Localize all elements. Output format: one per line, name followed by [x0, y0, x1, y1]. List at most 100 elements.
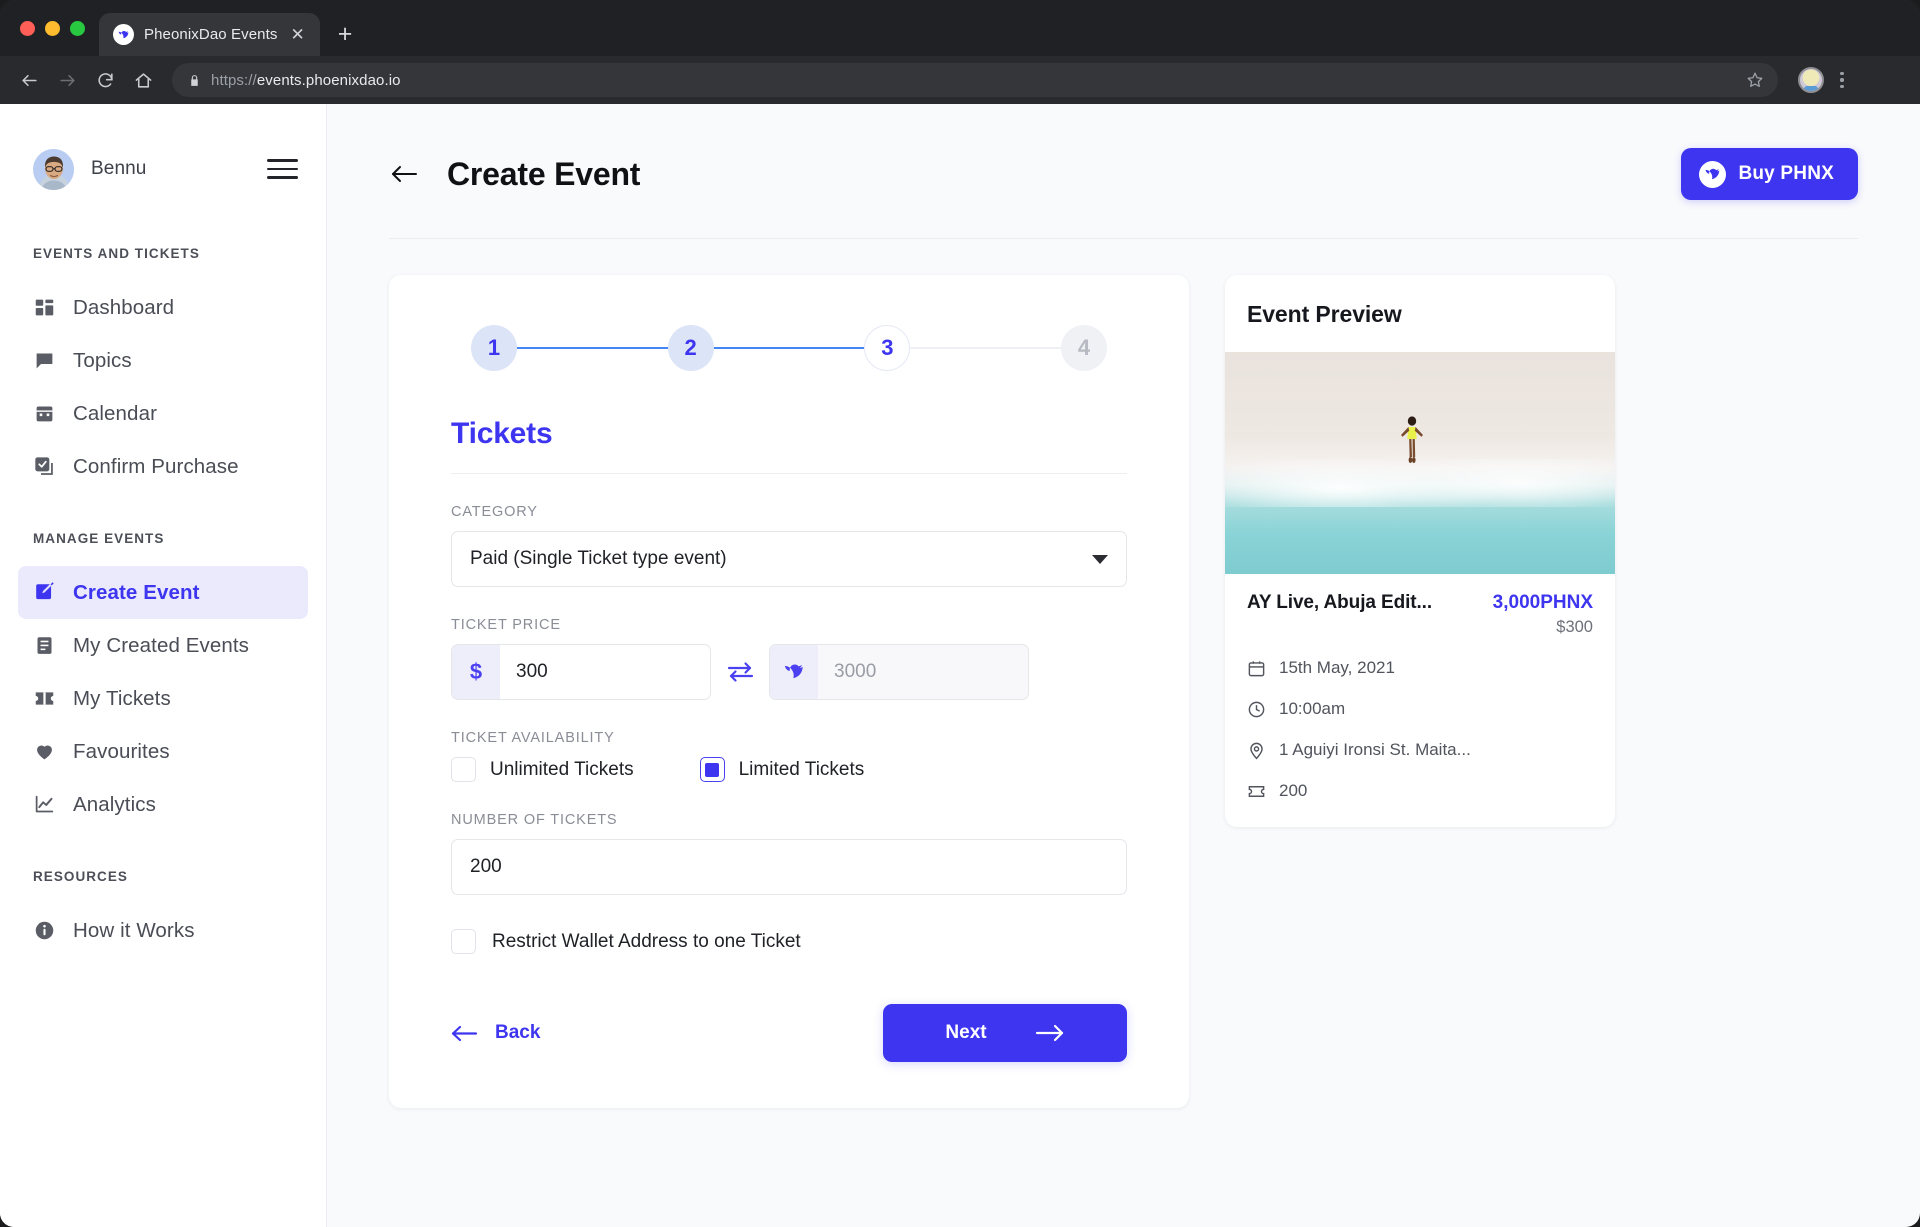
event-preview-prices: 3,000PHNX $300 — [1493, 592, 1593, 637]
restrict-wallet-checkbox[interactable] — [451, 929, 476, 954]
sidebar-item-label: My Tickets — [73, 686, 171, 710]
sidebar-item-create-event[interactable]: Create Event — [18, 566, 308, 619]
currency-swap-icon[interactable] — [711, 660, 769, 684]
restrict-wallet-label: Restrict Wallet Address to one Ticket — [492, 930, 801, 952]
price-usd-input[interactable]: $ 300 — [451, 644, 711, 700]
sidebar-username: Bennu — [91, 158, 147, 179]
browser-profile-avatar[interactable] — [1798, 67, 1824, 93]
topics-icon — [33, 350, 55, 372]
buy-phnx-button[interactable]: Buy PHNX — [1681, 148, 1858, 200]
event-preview-location-row: 1 Aguiyi Ironsi St. Maita... — [1247, 740, 1593, 760]
sidebar-group-manage-events: MANAGE EVENTS Create Event My Created Ev… — [0, 531, 326, 831]
event-preview-time: 10:00am — [1279, 699, 1346, 718]
close-window-button[interactable] — [20, 20, 35, 36]
next-button[interactable]: Next — [883, 1004, 1127, 1062]
ticket-availability-options: Unlimited Tickets Limited Tickets — [451, 757, 1127, 782]
phnx-token-icon — [1699, 160, 1727, 188]
event-preview-capacity-row: 200 — [1247, 781, 1593, 801]
section-divider — [451, 473, 1127, 474]
sidebar-item-analytics[interactable]: Analytics — [0, 778, 326, 831]
maximize-window-button[interactable] — [70, 20, 85, 36]
sidebar-item-how-it-works[interactable]: How it Works — [0, 904, 326, 957]
location-pin-icon — [1247, 741, 1266, 760]
address-bar[interactable]: https://events.phoenixdao.io — [172, 63, 1778, 97]
sidebar: Bennu EVENTS AND TICKETS Dashboard Topic… — [0, 104, 327, 1227]
dollar-icon: $ — [452, 645, 500, 699]
sidebar-item-label: Confirm Purchase — [73, 454, 239, 478]
address-bar-url: https://events.phoenixdao.io — [211, 71, 401, 89]
arrow-right-icon — [1035, 1024, 1063, 1042]
step-3[interactable]: 3 — [864, 325, 911, 371]
home-icon[interactable] — [126, 63, 160, 97]
bookmark-star-icon[interactable] — [1746, 71, 1764, 89]
sidebar-item-label: Calendar — [73, 401, 157, 425]
reload-icon[interactable] — [88, 63, 122, 97]
page-viewport: Bennu EVENTS AND TICKETS Dashboard Topic… — [0, 104, 1920, 1227]
number-of-tickets-value: 200 — [470, 856, 502, 877]
ticket-icon — [1247, 782, 1266, 801]
create-event-form-card: 1 2 3 4 Tickets CATEGORY Paid (Single Ti… — [389, 275, 1189, 1108]
back-navigation-icon[interactable] — [12, 63, 46, 97]
page-title: Create Event — [447, 155, 641, 192]
main-content: Create Event Buy PHNX 1 2 3 4 Tickets CA… — [327, 104, 1920, 1227]
tab-close-icon[interactable]: ✕ — [287, 26, 307, 43]
sidebar-item-label: Dashboard — [73, 295, 175, 319]
event-preview-heading: Event Preview — [1247, 301, 1402, 327]
window-traffic-lights — [20, 0, 99, 56]
sidebar-item-my-tickets[interactable]: My Tickets — [0, 672, 326, 725]
sidebar-item-label: How it Works — [73, 918, 195, 942]
sidebar-item-confirm-purchase[interactable]: Confirm Purchase — [0, 440, 326, 493]
minimize-window-button[interactable] — [45, 20, 60, 36]
browser-tab[interactable]: PheonixDao Events ✕ — [99, 13, 320, 56]
dashboard-icon — [33, 297, 55, 319]
back-button[interactable]: Back — [451, 1022, 540, 1044]
page-back-arrow-icon[interactable] — [389, 159, 419, 189]
step-4[interactable]: 4 — [1061, 325, 1108, 371]
sidebar-item-calendar[interactable]: Calendar — [0, 387, 326, 440]
unlimited-tickets-checkbox[interactable] — [451, 757, 476, 782]
restrict-wallet-option[interactable]: Restrict Wallet Address to one Ticket — [451, 929, 1127, 954]
chevron-down-icon — [1092, 554, 1108, 564]
new-tab-button[interactable]: + — [338, 22, 353, 47]
step-1[interactable]: 1 — [471, 325, 517, 371]
avatar — [33, 148, 74, 190]
sidebar-group-label: EVENTS AND TICKETS — [33, 246, 200, 261]
sidebar-item-label: Create Event — [73, 580, 200, 604]
event-preview-date-row: 15th May, 2021 — [1247, 658, 1593, 678]
create-event-icon — [33, 582, 55, 604]
browser-menu-icon[interactable] — [1840, 71, 1844, 89]
price-phnx-value: 3000 — [834, 661, 877, 682]
sidebar-item-my-created-events[interactable]: My Created Events — [0, 619, 326, 672]
desktop-background: PheonixDao Events ✕ + https://events.pho… — [0, 0, 1920, 1227]
favourites-icon — [33, 741, 55, 763]
sidebar-user-row[interactable]: Bennu — [0, 142, 326, 196]
sidebar-group-events-and-tickets: EVENTS AND TICKETS Dashboard Topics Cale… — [0, 246, 326, 493]
number-of-tickets-label: NUMBER OF TICKETS — [451, 812, 618, 828]
unlimited-tickets-option[interactable]: Unlimited Tickets — [451, 757, 634, 782]
info-icon — [33, 920, 55, 942]
sidebar-group-resources: RESOURCES How it Works — [0, 869, 326, 957]
lock-icon — [188, 73, 201, 88]
number-of-tickets-input[interactable]: 200 — [451, 839, 1127, 895]
ticket-price-row: $ 300 3000 — [451, 644, 1127, 700]
analytics-icon — [33, 794, 55, 816]
category-selected-value: Paid (Single Ticket type event) — [470, 548, 727, 569]
sidebar-item-topics[interactable]: Topics — [0, 334, 326, 387]
event-preview-location: 1 Aguiyi Ironsi St. Maita... — [1279, 740, 1471, 759]
step-2[interactable]: 2 — [667, 325, 714, 371]
back-button-label: Back — [495, 1022, 541, 1043]
price-phnx-input[interactable]: 3000 — [769, 644, 1029, 700]
sidebar-item-dashboard[interactable]: Dashboard — [0, 281, 326, 334]
unlimited-tickets-label: Unlimited Tickets — [490, 758, 634, 780]
category-select[interactable]: Paid (Single Ticket type event) — [451, 531, 1127, 587]
form-actions: Back Next — [451, 1004, 1127, 1062]
hamburger-menu-icon[interactable] — [267, 159, 298, 179]
limited-tickets-checkbox[interactable] — [699, 757, 725, 782]
sidebar-item-favourites[interactable]: Favourites — [0, 725, 326, 778]
tab-title: PheonixDao Events — [144, 26, 278, 43]
ticket-availability-label: TICKET AVAILABILITY — [451, 730, 615, 746]
forward-navigation-icon[interactable] — [50, 63, 84, 97]
limited-tickets-option[interactable]: Limited Tickets — [699, 757, 864, 782]
clock-icon — [1247, 700, 1266, 719]
arrow-left-icon — [451, 1025, 478, 1041]
